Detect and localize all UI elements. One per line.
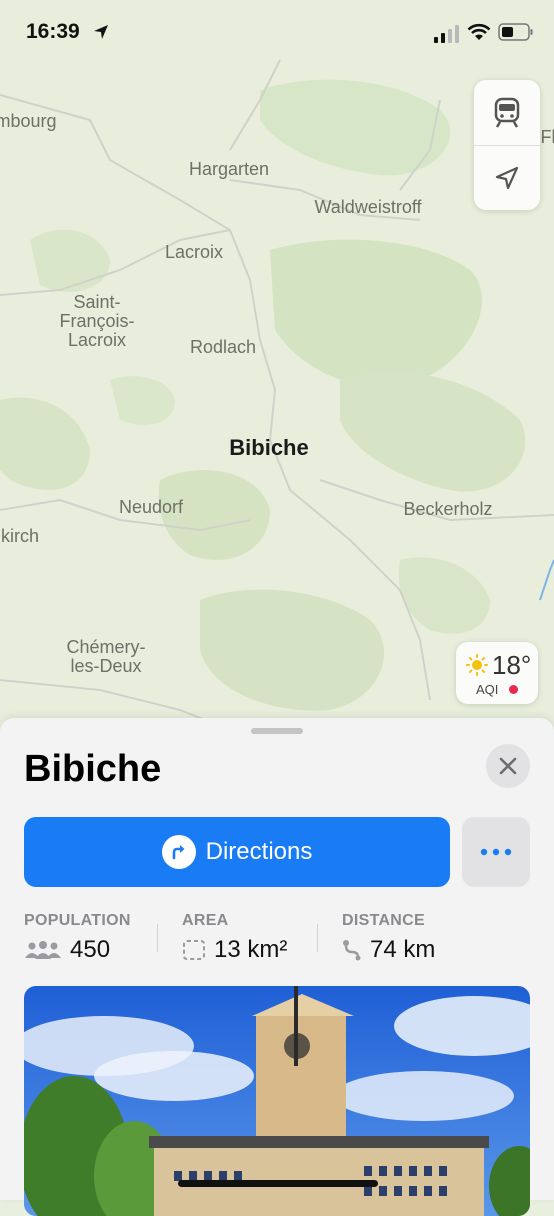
place-label[interactable]: Waldweistroff — [314, 198, 421, 217]
selected-place-label[interactable]: Bibiche — [229, 438, 308, 457]
location-services-icon — [92, 23, 110, 41]
close-icon — [499, 757, 517, 775]
place-label[interactable]: Fl — [541, 128, 554, 147]
map-view[interactable]: mbourg Hargarten Waldweistroff Lacroix S… — [0, 0, 554, 730]
transit-icon — [493, 97, 521, 129]
status-time: 16:39 — [26, 20, 80, 44]
sheet-grabber[interactable] — [251, 728, 303, 734]
stat-label: AREA — [182, 912, 287, 930]
place-label[interactable]: Saint- François- Lacroix — [59, 293, 134, 350]
home-indicator[interactable] — [178, 1180, 378, 1187]
place-label[interactable]: Neudorf — [119, 498, 183, 517]
aqi-indicator — [509, 685, 518, 694]
location-arrow-icon — [494, 165, 520, 191]
map-background — [0, 0, 554, 730]
place-label[interactable]: kirch — [1, 527, 39, 546]
weather-badge[interactable]: 18° AQI — [456, 642, 538, 704]
stat-value: 74 km — [370, 936, 435, 964]
more-button[interactable] — [462, 817, 530, 887]
area-stat: AREA 13 km² — [182, 912, 287, 964]
ellipsis-icon — [479, 848, 513, 856]
people-icon — [24, 940, 62, 960]
place-title: Bibiche — [24, 748, 161, 791]
place-label[interactable]: Hargarten — [189, 160, 269, 179]
status-bar: 16:39 — [0, 0, 554, 66]
transit-button[interactable] — [474, 80, 540, 146]
distance-stat: DISTANCE 74 km — [342, 912, 435, 964]
directions-label: Directions — [206, 838, 313, 866]
map-controls — [474, 80, 540, 210]
place-label[interactable]: mbourg — [0, 112, 57, 131]
place-label[interactable]: Beckerholz — [403, 500, 492, 519]
stat-label: POPULATION — [24, 912, 131, 930]
stat-value: 13 km² — [214, 936, 287, 964]
wifi-icon — [467, 23, 491, 41]
close-button[interactable] — [486, 744, 530, 788]
stat-divider — [317, 924, 318, 952]
area-icon — [182, 939, 206, 961]
aqi-label: AQI — [476, 682, 498, 697]
directions-icon — [162, 835, 196, 869]
place-label[interactable]: Rodlach — [190, 338, 256, 357]
population-stat: POPULATION 450 — [24, 912, 131, 964]
weather-temperature: 18° — [492, 650, 531, 681]
place-label[interactable]: Lacroix — [165, 243, 223, 262]
current-location-button[interactable] — [474, 145, 540, 210]
stat-label: DISTANCE — [342, 912, 435, 930]
route-icon — [342, 939, 362, 961]
battery-icon — [498, 23, 534, 41]
cellular-signal-icon — [434, 25, 460, 43]
stat-divider — [157, 924, 158, 952]
stat-value: 450 — [70, 936, 110, 964]
directions-button[interactable]: Directions — [24, 817, 450, 887]
sun-icon — [466, 654, 488, 676]
place-label[interactable]: Chémery- les-Deux — [66, 638, 145, 676]
place-card-sheet: Bibiche Directions POPULATION — [0, 718, 554, 1200]
